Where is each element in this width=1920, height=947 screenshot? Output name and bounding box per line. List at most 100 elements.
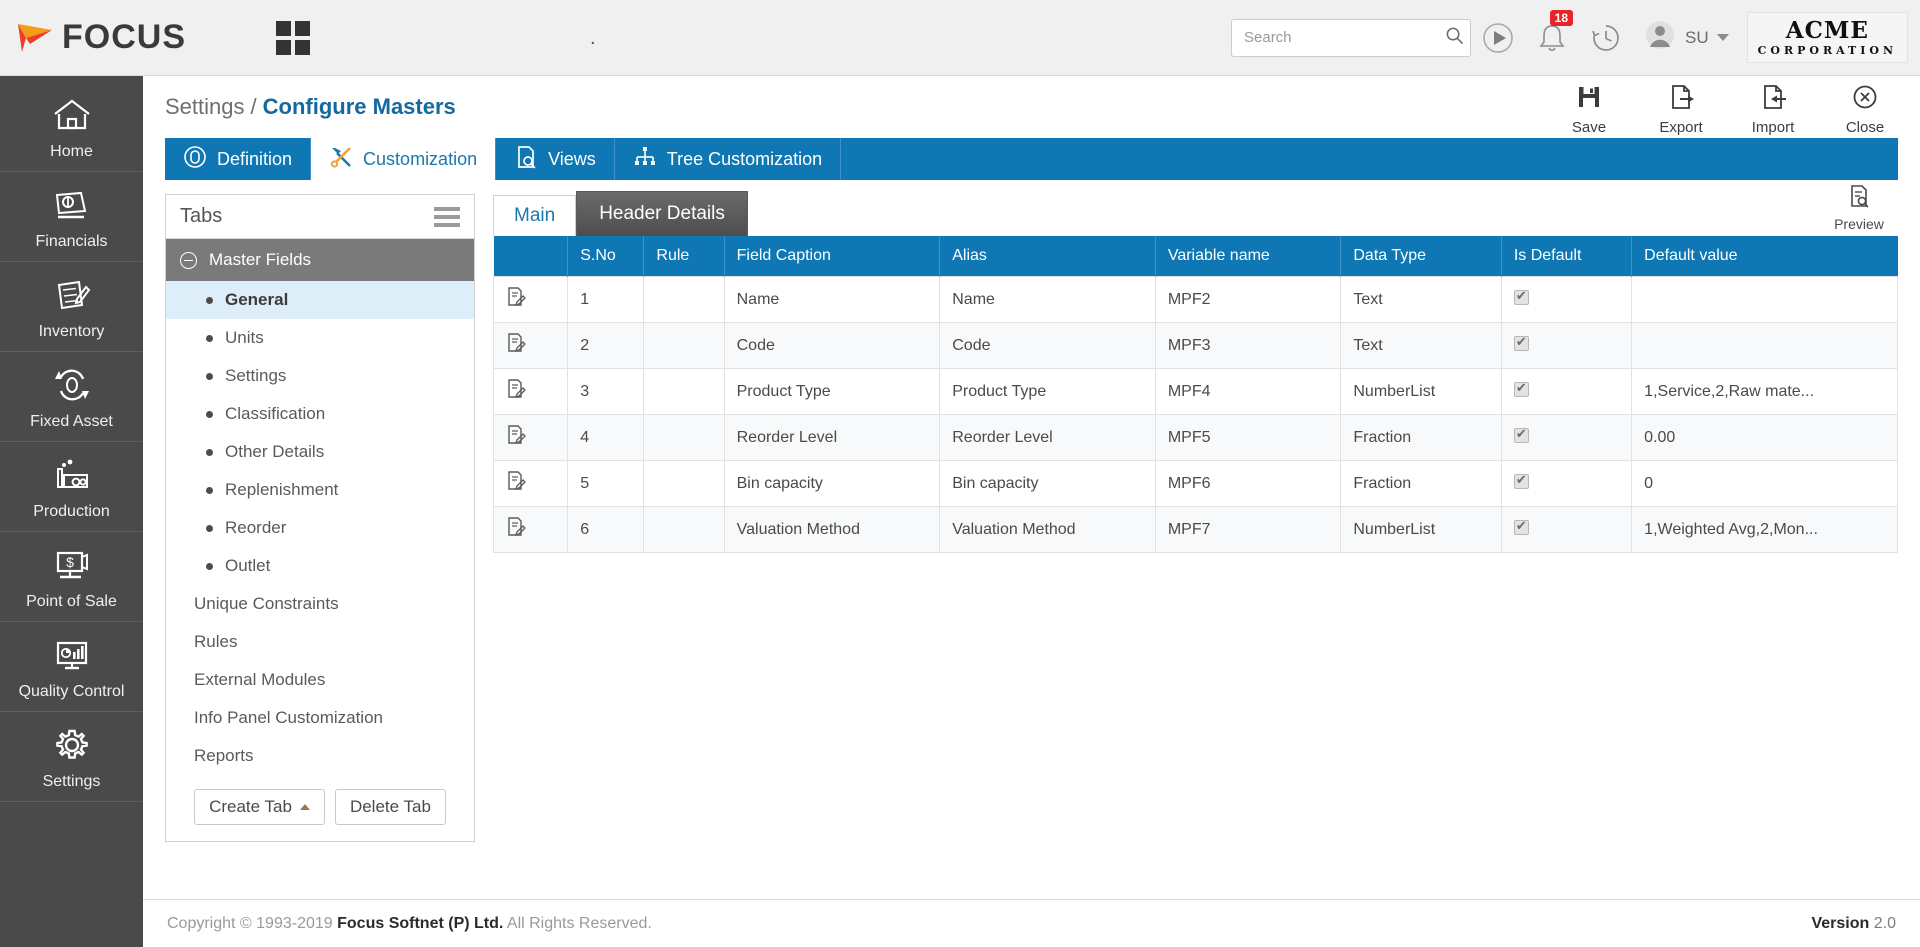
create-tab-button[interactable]: Create Tab bbox=[194, 789, 325, 825]
sidebar-item-point-of-sale[interactable]: $ Point of Sale bbox=[0, 532, 143, 622]
tree-item-other-details[interactable]: Other Details bbox=[166, 433, 474, 471]
table-row[interactable]: 2 Code Code MPF3 Text bbox=[492, 322, 1898, 369]
edit-row-icon[interactable] bbox=[506, 471, 526, 495]
sidebar-item-inventory[interactable]: Inventory bbox=[0, 262, 143, 352]
tree-item-units[interactable]: Units bbox=[166, 319, 474, 357]
breadcrumb-separator: / bbox=[250, 94, 257, 119]
delete-tab-label: Delete Tab bbox=[349, 797, 431, 816]
user-avatar-icon bbox=[1643, 18, 1677, 57]
circle-minus-icon[interactable] bbox=[180, 251, 197, 269]
is-default-checkbox[interactable] bbox=[1513, 426, 1529, 443]
row-edit-cell[interactable] bbox=[492, 368, 569, 415]
tree-item-outlet[interactable]: Outlet bbox=[166, 547, 474, 585]
user-menu[interactable]: SU bbox=[1633, 18, 1739, 57]
save-button[interactable]: Save bbox=[1562, 84, 1616, 136]
table-row[interactable]: 6 Valuation Method Valuation Method MPF7… bbox=[492, 506, 1898, 553]
sidebar-item-quality-control[interactable]: Quality Control bbox=[0, 622, 143, 712]
action-label: Save bbox=[1571, 119, 1607, 136]
tree-item-info-panel-customization[interactable]: Info Panel Customization bbox=[166, 699, 474, 737]
clock-history-icon[interactable] bbox=[1579, 0, 1633, 76]
edit-row-icon[interactable] bbox=[506, 333, 526, 357]
column-header-rule[interactable]: Rule bbox=[643, 236, 725, 277]
search-input[interactable] bbox=[1242, 28, 1445, 47]
sidebar-item-fixed-asset[interactable]: Fixed Asset bbox=[0, 352, 143, 442]
hamburger-icon[interactable] bbox=[434, 206, 460, 227]
cell-is-default[interactable] bbox=[1500, 460, 1633, 507]
table-row[interactable]: 5 Bin capacity Bin capacity MPF6 Fractio… bbox=[492, 460, 1898, 507]
row-edit-cell[interactable] bbox=[492, 460, 569, 507]
search-box[interactable] bbox=[1231, 18, 1471, 57]
is-default-checkbox[interactable] bbox=[1513, 380, 1529, 397]
breadcrumb-parent[interactable]: Settings bbox=[165, 94, 245, 120]
is-default-checkbox[interactable] bbox=[1513, 288, 1529, 305]
tab-views[interactable]: Views bbox=[496, 138, 615, 180]
edit-row-icon[interactable] bbox=[506, 287, 526, 311]
column-header-sno[interactable]: S.No bbox=[567, 236, 645, 277]
cell-is-default[interactable] bbox=[1500, 368, 1633, 415]
notifications-bell-icon[interactable]: 18 bbox=[1525, 0, 1579, 76]
tree-group-master-fields[interactable]: Master Fields bbox=[166, 239, 474, 281]
row-edit-cell[interactable] bbox=[492, 322, 569, 369]
tree-item-unique-constraints[interactable]: Unique Constraints bbox=[166, 585, 474, 623]
row-edit-cell[interactable] bbox=[492, 276, 569, 323]
cell-rule bbox=[643, 506, 725, 553]
tab-label: Definition bbox=[217, 148, 293, 169]
close-circle-icon bbox=[1852, 84, 1878, 115]
cell-is-default[interactable] bbox=[1500, 414, 1633, 461]
column-header-field-caption[interactable]: Field Caption bbox=[724, 236, 941, 277]
column-header-edit[interactable] bbox=[493, 236, 569, 277]
cell-is-default[interactable] bbox=[1500, 506, 1633, 553]
search-icon[interactable] bbox=[1445, 26, 1464, 50]
is-default-checkbox[interactable] bbox=[1513, 518, 1529, 535]
row-edit-cell[interactable] bbox=[492, 414, 569, 461]
tree-item-rules[interactable]: Rules bbox=[166, 623, 474, 661]
delete-tab-button[interactable]: Delete Tab bbox=[334, 789, 446, 825]
table-row[interactable]: 3 Product Type Product Type MPF4 NumberL… bbox=[492, 368, 1898, 415]
close-button[interactable]: Close bbox=[1838, 84, 1892, 136]
is-default-checkbox[interactable] bbox=[1513, 334, 1529, 351]
preview-button[interactable]: Preview bbox=[1824, 184, 1894, 232]
column-header-alias[interactable]: Alias bbox=[939, 236, 1156, 277]
tree-item-external-modules[interactable]: External Modules bbox=[166, 661, 474, 699]
tab-customization[interactable]: Customization bbox=[311, 138, 497, 180]
tree-item-general[interactable]: General bbox=[166, 281, 474, 319]
chevron-down-icon[interactable] bbox=[1716, 34, 1729, 41]
import-button[interactable]: Import bbox=[1746, 84, 1800, 136]
column-header-variable-name[interactable]: Variable name bbox=[1155, 236, 1342, 277]
cell-variable-name: MPF4 bbox=[1154, 368, 1342, 415]
cell-field-caption: Bin capacity bbox=[723, 460, 941, 507]
cell-alias: Bin capacity bbox=[939, 460, 1156, 507]
play-circle-icon[interactable] bbox=[1471, 0, 1525, 76]
cell-is-default[interactable] bbox=[1500, 276, 1633, 323]
tree-item-settings[interactable]: Settings bbox=[166, 357, 474, 395]
sidebar-item-financials[interactable]: Financials bbox=[0, 172, 143, 262]
export-button[interactable]: Export bbox=[1654, 84, 1708, 136]
column-header-is-default[interactable]: Is Default bbox=[1501, 236, 1633, 277]
is-default-checkbox[interactable] bbox=[1513, 472, 1529, 489]
cell-field-caption: Valuation Method bbox=[723, 506, 941, 553]
sidebar-item-settings[interactable]: Settings bbox=[0, 712, 143, 802]
table-row[interactable]: 4 Reorder Level Reorder Level MPF5 Fract… bbox=[492, 414, 1898, 461]
subtab-main[interactable]: Main bbox=[493, 195, 577, 236]
tree-item-classification[interactable]: Classification bbox=[166, 395, 474, 433]
cell-is-default[interactable] bbox=[1500, 322, 1633, 369]
grid-apps-icon[interactable] bbox=[276, 20, 310, 55]
sidebar-item-home[interactable]: Home bbox=[0, 82, 143, 172]
sidebar-item-production[interactable]: Production bbox=[0, 442, 143, 532]
tab-tree-customization[interactable]: Tree Customization bbox=[615, 138, 842, 180]
table-row[interactable]: 1 Name Name MPF2 Text bbox=[492, 276, 1898, 323]
preview-file-search-icon bbox=[1847, 184, 1871, 213]
edit-row-icon[interactable] bbox=[506, 425, 526, 449]
tree-item-replenishment[interactable]: Replenishment bbox=[166, 471, 474, 509]
tabs-panel-header: Tabs bbox=[166, 195, 474, 239]
column-header-default-value[interactable]: Default value bbox=[1631, 236, 1898, 277]
tab-definition[interactable]: Definition bbox=[165, 138, 312, 180]
tree-item-reports[interactable]: Reports bbox=[166, 737, 474, 775]
column-header-data-type[interactable]: Data Type bbox=[1340, 236, 1502, 277]
subtab-header-details[interactable]: Header Details bbox=[576, 191, 748, 236]
tree-item-reorder[interactable]: Reorder bbox=[166, 509, 474, 547]
row-edit-cell[interactable] bbox=[492, 506, 569, 553]
edit-row-icon[interactable] bbox=[506, 379, 526, 403]
brand-logo[interactable]: FOCUS bbox=[12, 18, 186, 58]
edit-row-icon[interactable] bbox=[506, 517, 526, 541]
